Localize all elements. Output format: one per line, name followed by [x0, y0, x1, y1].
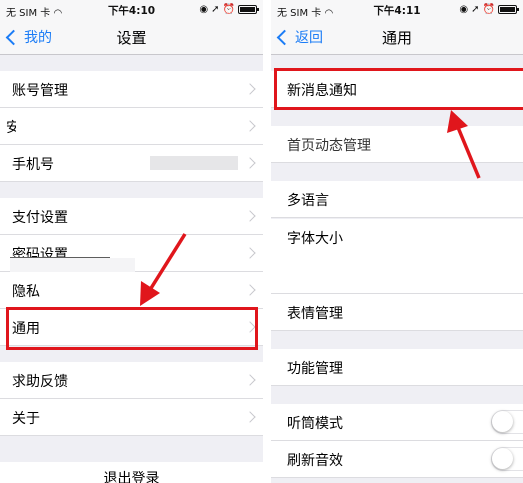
pointer-arrow	[447, 110, 481, 179]
pointer-arrow	[140, 233, 187, 306]
divider	[263, 0, 271, 483]
settings-screen: 无 SIM 卡 ◠ 下午4:10 ◉ ➚ ⏰ 我的 设置 账号管理 安 手机号 …	[0, 0, 263, 483]
general-screen: 无 SIM 卡 ◠ 下午4:11 ◉ ➚ ⏰ 返回 通用 新消息通知 首页动态管…	[271, 0, 523, 483]
